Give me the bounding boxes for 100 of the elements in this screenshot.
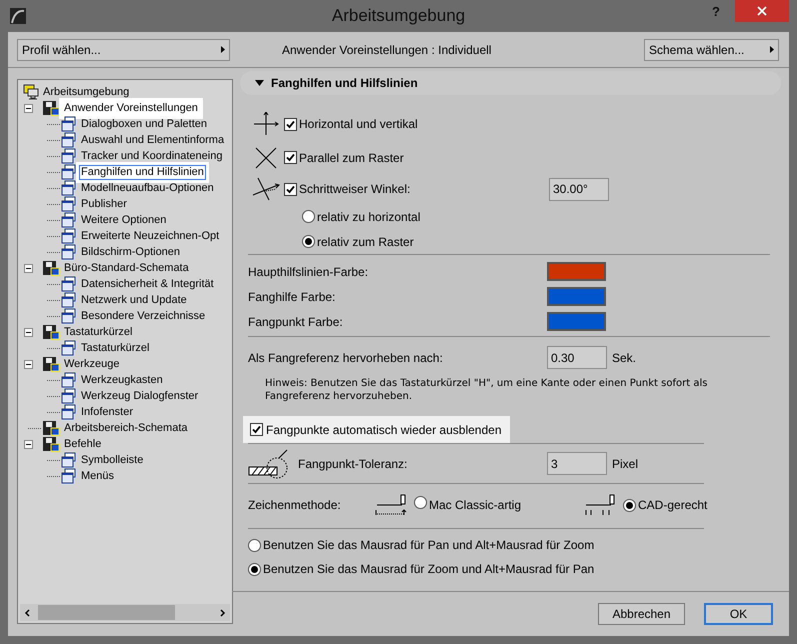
window-icon <box>61 116 77 132</box>
field-label: Fangpunkt-Toleranz: <box>298 456 408 472</box>
tree-item[interactable]: Modellneuaufbau-Optionen <box>79 180 216 196</box>
color-label: Haupthilfslinien-Farbe: <box>248 264 370 280</box>
dialog-button[interactable]: OK <box>704 603 773 625</box>
floppy-disk-icon <box>42 260 60 276</box>
auto-hide-option[interactable]: Fangpunkte automatisch wieder ausblenden <box>243 416 510 443</box>
checkbox[interactable] <box>284 118 297 130</box>
radio-button[interactable] <box>302 210 315 223</box>
profile-button[interactable]: Profil wählen... <box>17 38 230 60</box>
tree-item[interactable]: Netzwerk und Update <box>79 292 189 308</box>
tree-item[interactable]: Büro-Standard-Schemata <box>62 260 191 276</box>
drawing-method-icon <box>374 492 408 516</box>
number-field[interactable]: 0.30 <box>547 346 607 369</box>
option-label: Parallel zum Raster <box>299 150 405 166</box>
status-text: Anwender Voreinstellungen : Individuell <box>282 42 492 58</box>
scheme-button[interactable]: Schema wählen... <box>644 38 779 60</box>
window-icon <box>61 228 77 244</box>
checkbox[interactable] <box>284 182 297 196</box>
tree-item[interactable]: Werkzeug Dialogfenster <box>79 388 200 404</box>
radio-button[interactable] <box>248 538 261 552</box>
crosshair-arrows-icon <box>253 112 279 136</box>
collapse-icon[interactable] <box>24 328 33 336</box>
color-swatch[interactable] <box>547 287 606 306</box>
tree-item[interactable]: Weitere Optionen <box>79 212 168 228</box>
window-icon <box>61 132 77 148</box>
collapse-icon[interactable] <box>24 440 33 448</box>
window-icon <box>61 404 77 420</box>
tree-item[interactable]: Besondere Verzeichnisse <box>79 308 208 324</box>
floppy-disk-icon <box>42 324 60 340</box>
option-label: Benutzen Sie das Mausrad für Zoom und Alt+Mausrad für Pan <box>263 561 594 578</box>
color-swatch[interactable] <box>547 262 606 281</box>
floppy-disk-icon <box>42 356 60 372</box>
field-label: Zeichenmethode: <box>248 496 342 514</box>
collapse-icon[interactable] <box>24 360 33 368</box>
tree-item[interactable]: Arbeitsumgebung <box>41 84 132 100</box>
tree-item[interactable]: Tastaturkürzel <box>62 324 134 340</box>
angle-lines-icon <box>252 177 280 201</box>
window-icon <box>61 292 77 308</box>
floppy-disk-icon <box>42 436 60 452</box>
color-label: Fangpunkt Farbe: <box>248 314 344 330</box>
window-icon <box>61 196 77 212</box>
tree-item[interactable]: Infofenster <box>79 404 135 420</box>
drawing-method-icon <box>583 492 618 516</box>
window-icon <box>61 372 77 388</box>
tree-item[interactable]: Bildschirm-Optionen <box>79 244 182 260</box>
diagonal-cross-icon <box>255 146 277 168</box>
caret-icon <box>770 46 774 53</box>
tree-item[interactable]: Werkzeuge <box>62 356 122 372</box>
color-label: Fanghilfe Farbe: <box>248 288 336 306</box>
window-icon <box>61 308 77 324</box>
color-swatch[interactable] <box>547 312 606 331</box>
field-label: Als Fangreferenz hervorheben nach: <box>248 350 444 366</box>
horizontal-scrollbar[interactable] <box>20 604 230 621</box>
checkbox[interactable] <box>284 151 297 164</box>
tree-item[interactable]: Tastaturkürzel <box>79 340 152 356</box>
window-icon <box>61 244 77 260</box>
tree-item[interactable]: Befehle <box>62 436 104 452</box>
window-icon <box>61 212 77 228</box>
option-label: Benutzen Sie das Mausrad für Pan und Alt+Mausrad für Zoom <box>263 537 594 554</box>
dialog-button[interactable]: Abbrechen <box>598 603 685 625</box>
tree-item[interactable]: Tracker und Koordinateneing <box>79 148 224 164</box>
radio-button[interactable] <box>248 562 261 576</box>
app-logo-icon <box>10 8 26 24</box>
number-field[interactable]: 30.00° <box>549 178 609 200</box>
monitor-icon <box>23 84 39 100</box>
section-header[interactable]: Fanghilfen und Hilfslinien <box>240 71 781 95</box>
tree-item[interactable]: Werkzeugkasten <box>79 372 165 388</box>
tree-item[interactable]: Publisher <box>79 196 129 212</box>
help-button[interactable]: ? <box>712 4 720 20</box>
window-title: Arbeitsumgebung <box>332 5 466 28</box>
option-label: Fangpunkte automatisch wieder ausblenden <box>266 422 502 438</box>
window-icon <box>61 276 77 292</box>
window-icon <box>61 180 77 196</box>
window-icon <box>61 452 77 468</box>
collapse-icon[interactable] <box>24 264 33 272</box>
radio-button[interactable] <box>414 496 427 508</box>
window-icon <box>61 468 77 484</box>
checkbox[interactable] <box>250 423 263 436</box>
option-label: Mac Classic-artig <box>429 496 522 514</box>
hint-text: Hinweis: Benutzen Sie das Tastaturkürzel "H", um eine Kante oder einen Punkt sofort als Fangreferenz hervorzuheben. <box>265 377 708 403</box>
tree-item[interactable]: Erweiterte Neuzeichnen-Opt <box>79 228 222 244</box>
window-icon <box>61 388 77 404</box>
scroll-thumb[interactable] <box>38 605 175 620</box>
close-button[interactable] <box>735 0 789 22</box>
radio-button[interactable] <box>302 235 315 248</box>
tree-item[interactable]: Anwender Voreinstellungen <box>62 100 200 116</box>
tree-item[interactable]: Dialogboxen und Paletten <box>79 116 209 132</box>
collapse-icon[interactable] <box>24 104 33 112</box>
floppy-disk-icon <box>42 100 60 116</box>
option-label: Schrittweiser Winkel: <box>299 181 412 198</box>
tree-item[interactable]: Auswahl und Elementinforma <box>79 132 226 148</box>
number-field[interactable]: 3 <box>547 452 607 475</box>
tree-item[interactable]: Datensicherheit & Integrität <box>79 276 216 292</box>
floppy-disk-icon <box>42 420 60 436</box>
radio-button[interactable] <box>623 498 636 512</box>
window-icon <box>61 148 77 164</box>
tree-item[interactable]: Arbeitsbereich-Schemata <box>62 420 190 436</box>
tree-item[interactable]: Symbolleiste <box>79 452 146 468</box>
tree-item[interactable]: Menüs <box>79 468 116 484</box>
